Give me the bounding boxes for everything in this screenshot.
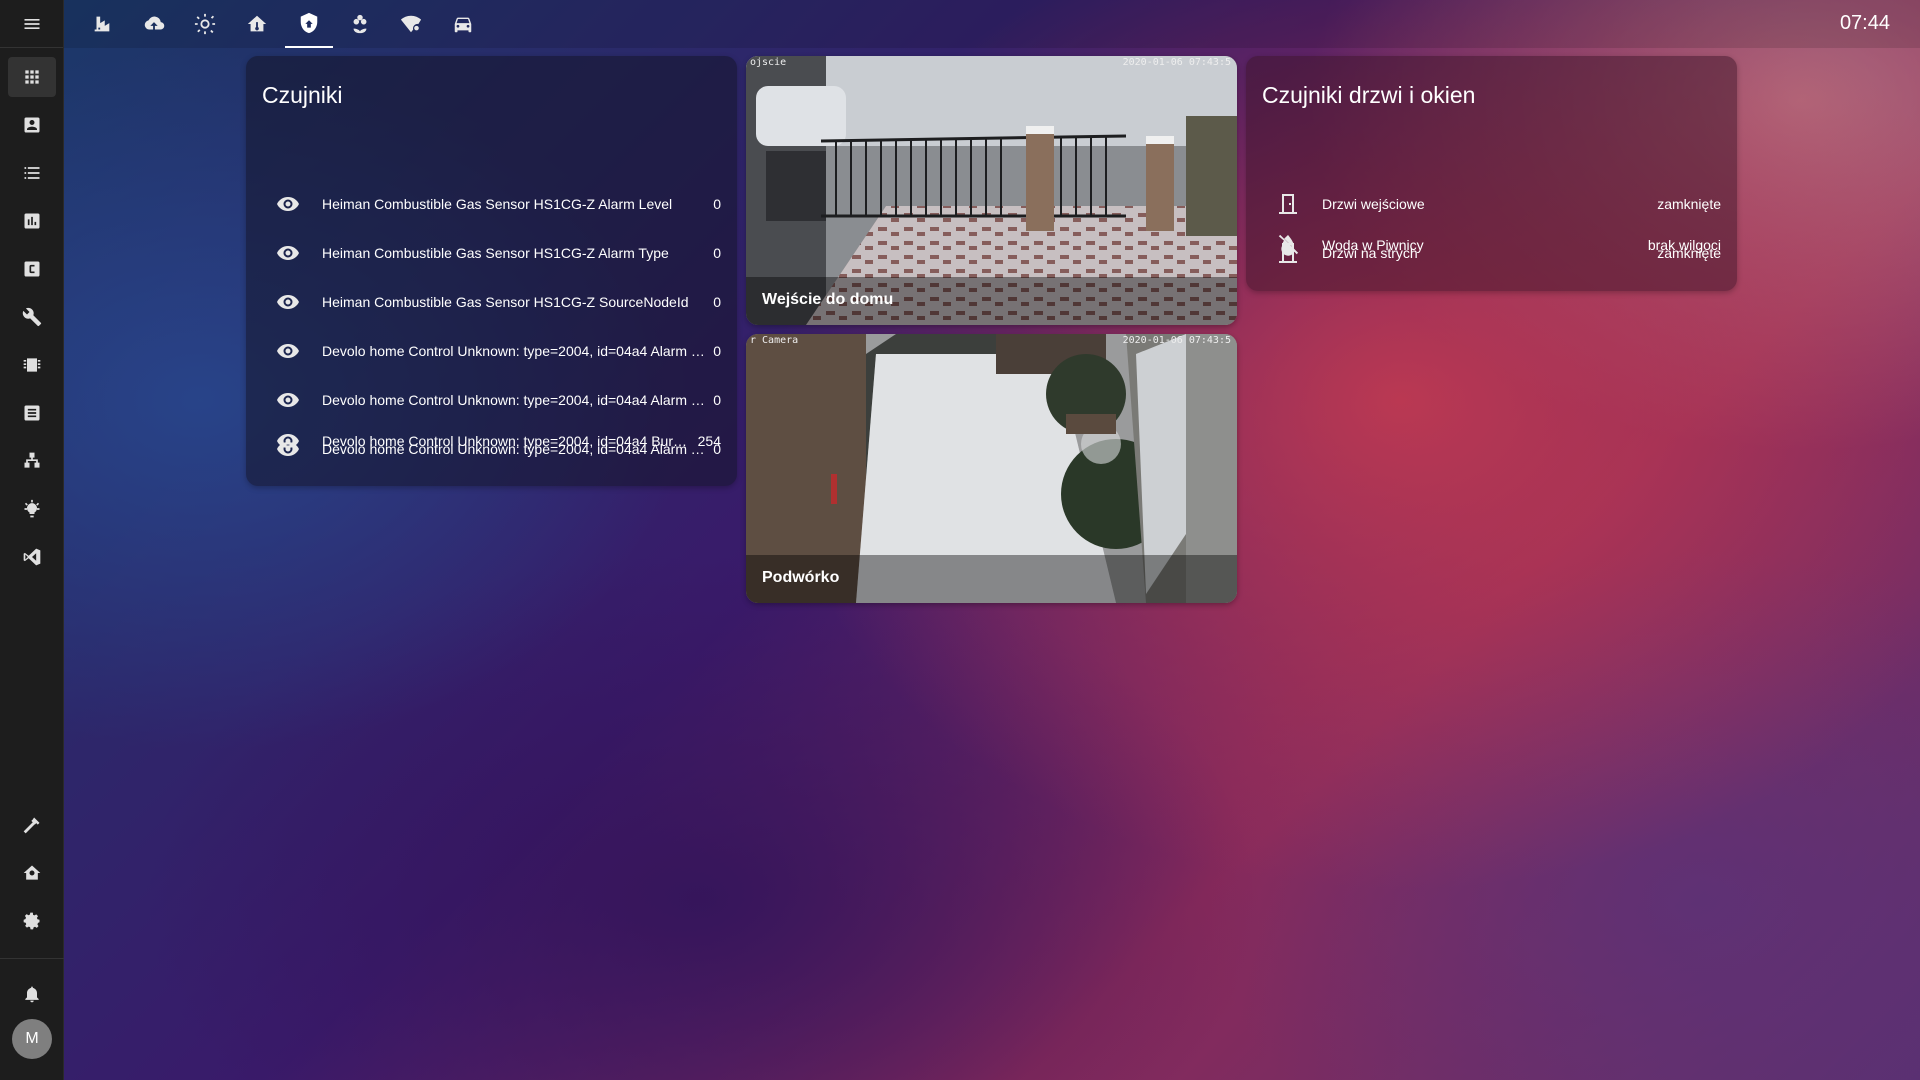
- door-name: Drzwi wejściowe: [1322, 196, 1425, 212]
- sensor-row[interactable]: Heiman Combustible Gas Sensor HS1CG-Z Al…: [246, 184, 737, 224]
- vscode-icon: [23, 548, 41, 566]
- sidebar-item-logbook[interactable]: [8, 153, 56, 193]
- sensor-value: 0: [713, 294, 721, 310]
- sensor-value: 0: [713, 245, 721, 261]
- tab-security[interactable]: [285, 0, 333, 48]
- tab-weather[interactable]: [181, 0, 229, 48]
- tab-garden[interactable]: [336, 0, 384, 48]
- tab-car[interactable]: [439, 0, 487, 48]
- sensor-name: Devolo home Control Unknown: type=2004, …: [322, 433, 690, 449]
- shield-home-icon: [300, 12, 318, 34]
- wrench-icon: [22, 307, 42, 327]
- apps-icon: [25, 70, 39, 84]
- eye-icon: [268, 192, 308, 216]
- sitemap-icon: [24, 452, 40, 468]
- sidebar-divider: [0, 958, 64, 959]
- sidebar-item-overview[interactable]: [8, 57, 56, 97]
- water-sensor-state: brak wilgoci: [1647, 237, 1721, 253]
- eye-icon: [268, 388, 308, 412]
- camera-timestamp: 2020-01-06 07:43:5: [1122, 57, 1231, 68]
- sidebar-item-account[interactable]: [8, 105, 56, 145]
- sidebar-item-supervisor[interactable]: [8, 853, 56, 893]
- sensor-name: Devolo home Control Unknown: type=2004, …: [322, 343, 706, 359]
- wifi-settings-icon: [400, 15, 422, 33]
- sensor-value: 0: [713, 196, 721, 212]
- sensor-value: 0: [713, 343, 721, 359]
- camera-label: ojscie: [750, 57, 787, 68]
- camera-caption: Podwórko: [746, 555, 1237, 603]
- home-gear-icon: [23, 865, 41, 880]
- lightbulb-icon: [24, 499, 40, 518]
- sidebar-item-hacs[interactable]: [8, 345, 56, 385]
- cloud-upload-icon: [144, 16, 165, 30]
- top-bar: 07:44: [64, 0, 1920, 48]
- factory-icon: [94, 16, 110, 32]
- sidebar-item-vscode[interactable]: [8, 537, 56, 577]
- eye-icon: [268, 241, 308, 265]
- alpha-c-box-icon: [24, 261, 40, 277]
- sensor-name: Heiman Combustible Gas Sensor HS1CG-Z So…: [322, 294, 689, 310]
- camera-yard[interactable]: r Camera 2020-01-06 07:43:5 Podwórko: [746, 334, 1237, 603]
- tab-factory[interactable]: [78, 0, 126, 48]
- eye-icon: [268, 429, 308, 453]
- water-sensor-name: Woda w Piwnicy: [1322, 237, 1424, 253]
- home-thermometer-icon: [247, 15, 267, 32]
- door-state: zamknięte: [1657, 196, 1721, 212]
- water-row[interactable]: Woda w Piwnicy brak wilgoci: [1246, 225, 1737, 265]
- menu-icon[interactable]: [22, 14, 42, 34]
- chip-icon: [23, 358, 41, 372]
- door-row[interactable]: Drzwi wejściowe zamknięte: [1246, 184, 1737, 224]
- sidebar-item-logs[interactable]: [8, 393, 56, 433]
- hammer-icon: [23, 817, 40, 834]
- sensor-name: Heiman Combustible Gas Sensor HS1CG-Z Al…: [322, 196, 673, 212]
- sidebar-item-history[interactable]: [8, 201, 56, 241]
- sidebar-item-notifications[interactable]: [8, 974, 56, 1014]
- sidebar: M: [0, 0, 64, 1080]
- sensor-row[interactable]: Heiman Combustible Gas Sensor HS1CG-Z So…: [246, 282, 737, 322]
- sensor-row[interactable]: Devolo home Control Unknown: type=2004, …: [246, 380, 737, 420]
- card-title: Czujniki: [262, 82, 343, 108]
- camera-caption: Wejście do domu: [746, 277, 1237, 325]
- sidebar-item-lights[interactable]: [8, 489, 56, 529]
- sensor-value: 0: [713, 392, 721, 408]
- avatar-letter: M: [25, 1030, 39, 1047]
- sidebar-item-tools[interactable]: [8, 297, 56, 337]
- cog-icon: [23, 912, 40, 930]
- sidebar-item-developer-tools[interactable]: [8, 805, 56, 845]
- sensor-name: Heiman Combustible Gas Sensor HS1CG-Z Al…: [322, 245, 669, 261]
- sidebar-header: [0, 0, 63, 48]
- sidebar-item-network[interactable]: [8, 441, 56, 481]
- account-box-icon: [24, 117, 40, 133]
- clock: 07:44: [1839, 12, 1890, 34]
- eye-icon: [268, 339, 308, 363]
- sensor-name: Devolo home Control Unknown: type=2004, …: [322, 392, 706, 408]
- sensor-row[interactable]: Devolo home Control Unknown: type=2004, …: [246, 331, 737, 371]
- sensor-value: 254: [697, 433, 721, 449]
- bell-icon: [25, 986, 39, 1003]
- sidebar-item-c[interactable]: [8, 249, 56, 289]
- tab-network[interactable]: [387, 0, 435, 48]
- flower-icon: [353, 14, 367, 34]
- weather-sunny-icon: [194, 13, 216, 35]
- card-title: Czujniki drzwi i okien: [1262, 82, 1476, 108]
- chart-box-icon: [24, 213, 40, 229]
- avatar[interactable]: M: [12, 1019, 52, 1059]
- sensor-row[interactable]: Heiman Combustible Gas Sensor HS1CG-Z Al…: [246, 233, 737, 273]
- door-closed-icon: [1268, 192, 1308, 216]
- camera-label: r Camera: [750, 335, 799, 346]
- eye-icon: [268, 290, 308, 314]
- camera-entrance[interactable]: ojscie 2020-01-06 07:43:5 Wejście do dom…: [746, 56, 1237, 325]
- car-icon: [454, 17, 472, 33]
- camera-timestamp: 2020-01-06 07:43:5: [1122, 335, 1231, 346]
- sensor-row[interactable]: Devolo home Control Unknown: type=2004, …: [246, 421, 737, 461]
- tab-cloud[interactable]: [130, 0, 178, 48]
- sidebar-item-settings[interactable]: [8, 901, 56, 941]
- format-list-icon: [24, 167, 40, 179]
- tab-home[interactable]: [233, 0, 281, 48]
- text-box-icon: [24, 405, 40, 421]
- water-off-icon: [1268, 233, 1308, 257]
